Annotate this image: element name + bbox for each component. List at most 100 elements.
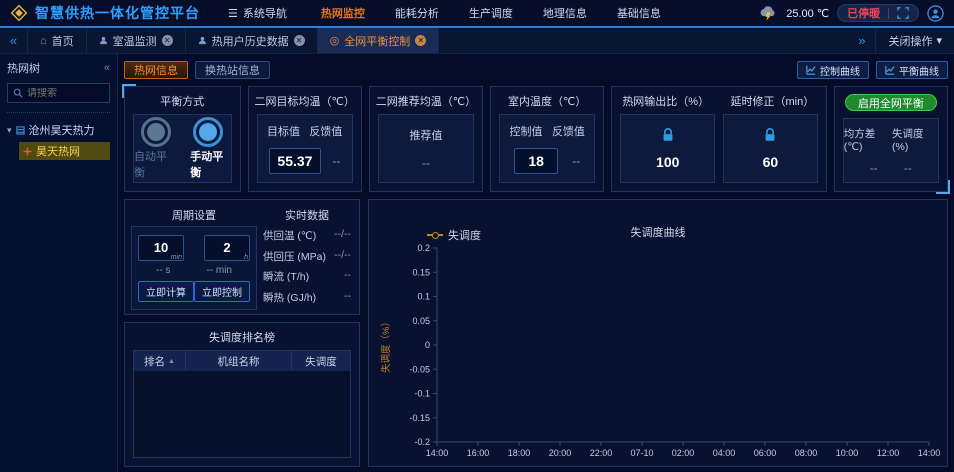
tree-node-company[interactable]: ▾ 沧州昊天热力 <box>7 122 110 138</box>
manual-balance-radio[interactable] <box>193 117 223 147</box>
search-icon <box>13 88 23 98</box>
calculate-now-button[interactable]: 立即计算 <box>138 281 194 302</box>
control-countdown: -- min <box>206 265 232 276</box>
realtime-row: 供回压 (MPa) --/-- <box>263 249 351 264</box>
svg-text:0.1: 0.1 <box>417 292 430 302</box>
balance-mode-title: 平衡方式 <box>125 87 240 109</box>
weather-icon <box>758 5 778 21</box>
control-value-label: 控制值 <box>510 123 543 139</box>
svg-text:16:00: 16:00 <box>467 448 490 458</box>
indoor-temp-card: 室内温度（℃） 控制值 反馈值 -- <box>490 86 604 192</box>
chart-line-icon <box>885 65 895 75</box>
search-input[interactable] <box>27 88 104 99</box>
svg-text:0.15: 0.15 <box>412 267 430 277</box>
realtime-data-title: 实时数据 <box>263 204 351 223</box>
close-operations-dropdown[interactable]: 关闭操作 ▾ <box>875 28 954 53</box>
system-nav-label: 系统导航 <box>243 5 287 21</box>
realtime-row: 瞬热 (GJ/h) -- <box>263 290 351 305</box>
chart-line-icon <box>806 65 816 75</box>
imbalance-curve-card: 失调度 失调度曲线 0.20.150.10.050-0.05-0.1-0.15-… <box>368 199 948 467</box>
indoor-temp-title: 室内温度（℃） <box>491 87 603 109</box>
chevron-down-icon: ▾ <box>936 34 942 47</box>
menu-item-geographic-info[interactable]: 地理信息 <box>543 5 587 21</box>
tree-node-network-selected[interactable]: 昊天热网 <box>19 142 110 160</box>
target-temp-input[interactable] <box>269 148 321 174</box>
target-temp-title: 二网目标均温（℃） <box>249 87 361 109</box>
menu-item-energy-analysis[interactable]: 能耗分析 <box>395 5 439 21</box>
tab-room-temp-monitor[interactable]: 室温监测 ✕ <box>87 28 186 53</box>
cycle-settings-card: 周期设置 min h <box>124 199 360 315</box>
lock-icon <box>762 127 778 143</box>
hamburger-icon: ☰ <box>228 7 238 20</box>
output-ratio-value: 100 <box>656 154 679 170</box>
ranking-header-rank[interactable]: 排名 ▲ <box>134 351 186 371</box>
home-icon: ⌂ <box>40 35 47 47</box>
tree-node-company-label: 沧州昊天热力 <box>29 122 95 138</box>
svg-text:0: 0 <box>425 340 430 350</box>
subtab-network-info[interactable]: 热网信息 <box>124 61 188 79</box>
output-delay-card: 热网输出比（%） 延时修正（min） 100 <box>611 86 826 192</box>
recommend-value-label: 推荐值 <box>409 127 442 143</box>
control-now-button[interactable]: 立即控制 <box>194 281 250 302</box>
close-tab-icon[interactable]: ✕ <box>294 35 305 46</box>
realtime-row: 瞬流 (T/h) -- <box>263 269 351 284</box>
control-cycle-input[interactable] <box>204 235 250 261</box>
subtab-station-info[interactable]: 换热站信息 <box>195 61 270 79</box>
user-avatar-icon[interactable] <box>927 5 944 22</box>
recommend-temp-title: 二网推荐均温（℃） <box>370 87 482 109</box>
ranking-title: 失调度排名榜 <box>125 323 359 345</box>
app-window: 智慧供热一体化管控平台 ☰ 系统导航 热网监控 能耗分析 生产调度 地理信息 基… <box>0 0 954 472</box>
imbalance-ranking-card: 失调度排名榜 排名 ▲ 机组名称 失调度 <box>124 322 360 467</box>
menu-item-production-dispatch[interactable]: 生产调度 <box>469 5 513 21</box>
manual-balance-label: 手动平衡 <box>190 148 230 180</box>
calc-countdown: -- s <box>156 265 170 276</box>
control-cards-row: 平衡方式 自动平衡 手动平衡 二网目标均温（℃） <box>124 86 948 192</box>
status-badge: 已停暖 <box>847 5 880 21</box>
system-nav-button[interactable]: ☰ 系统导航 <box>228 5 287 21</box>
expand-tabs-icon[interactable]: » <box>848 33 875 48</box>
balance-curve-button[interactable]: 平衡曲线 <box>876 61 948 79</box>
svg-text:14:00: 14:00 <box>426 448 449 458</box>
tab-home[interactable]: ⌂ 首页 <box>28 28 87 53</box>
chart-title: 失调度曲线 <box>631 224 686 240</box>
control-cycle-unit: h <box>244 254 248 261</box>
pill-divider: | <box>887 7 890 19</box>
enable-network-balance-button[interactable]: 启用全网平衡 <box>845 94 937 111</box>
recommend-temp-card: 二网推荐均温（℃） 推荐值 -- <box>369 86 483 192</box>
control-curve-label: 控制曲线 <box>820 63 860 78</box>
control-curve-button[interactable]: 控制曲线 <box>797 61 869 79</box>
close-tab-icon[interactable]: ✕ <box>162 35 173 46</box>
cycle-settings-title: 周期设置 <box>131 204 257 223</box>
svg-text:14:00: 14:00 <box>918 448 941 458</box>
close-tab-icon[interactable]: ✕ <box>415 35 426 46</box>
tab-user-history[interactable]: 热用户历史数据 ✕ <box>186 28 318 53</box>
fullscreen-icon[interactable] <box>897 7 909 19</box>
tab-network-balance[interactable]: ◎ 全网平衡控制 ✕ <box>318 28 440 53</box>
collapse-tabs-icon[interactable]: « <box>0 28 28 53</box>
sidebar-collapse-icon[interactable]: « <box>104 62 110 74</box>
close-operations-label: 关闭操作 <box>888 33 932 49</box>
balance-curve-label: 平衡曲线 <box>899 63 939 78</box>
svg-text:-0.15: -0.15 <box>409 413 430 423</box>
output-ratio-title: 热网输出比（%） <box>612 87 719 109</box>
menu-item-network-monitor[interactable]: 热网监控 <box>321 5 365 21</box>
main-content: 热网信息 换热站信息 控制曲线 平衡曲线 <box>118 54 954 472</box>
indoor-temp-input[interactable] <box>514 148 558 174</box>
tab-room-temp-label: 室温监测 <box>113 33 157 49</box>
menu-item-basic-info[interactable]: 基础信息 <box>617 5 661 21</box>
brand-logo-icon <box>10 4 28 22</box>
heating-status-pill: 已停暖 | <box>837 4 919 22</box>
svg-text:0.05: 0.05 <box>412 316 430 326</box>
recommend-value: -- <box>422 156 430 170</box>
auto-balance-radio[interactable] <box>141 117 171 147</box>
tab-network-balance-label: 全网平衡控制 <box>344 33 410 49</box>
feedback-value-label: 反馈值 <box>309 123 342 139</box>
main-menu: 热网监控 能耗分析 生产调度 地理信息 基础信息 <box>321 5 661 21</box>
ranking-table: 排名 ▲ 机组名称 失调度 <box>133 350 351 458</box>
network-tree-sidebar: 热网树 « ▾ <box>0 54 118 472</box>
svg-text:10:00: 10:00 <box>836 448 859 458</box>
imbalance-chart: 0.20.150.10.050-0.05-0.1-0.15-0.214:0016… <box>373 240 943 462</box>
tree-expand-icon[interactable]: ▾ <box>7 125 12 136</box>
svg-text:22:00: 22:00 <box>590 448 613 458</box>
auto-balance-label: 自动平衡 <box>134 148 174 180</box>
